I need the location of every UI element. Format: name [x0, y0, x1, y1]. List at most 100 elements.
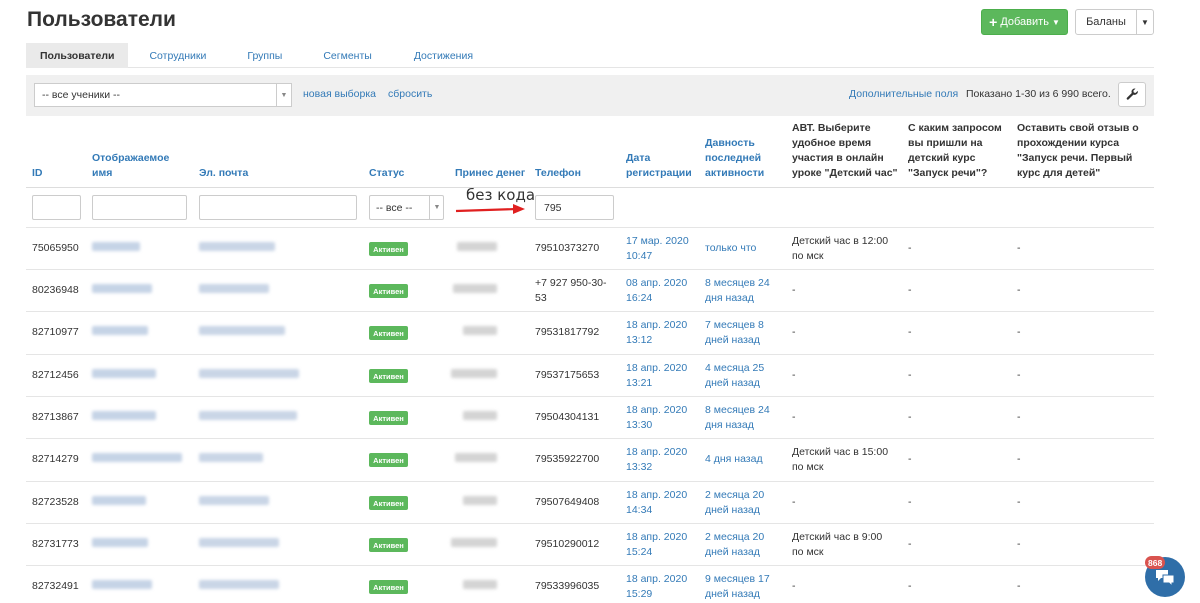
tab-users[interactable]: Пользователи	[26, 43, 129, 68]
chat-unread-count: 868	[1145, 556, 1166, 569]
answer-q3: -	[1017, 496, 1021, 508]
reg-date[interactable]: 18 апр. 2020 13:32	[626, 445, 687, 475]
user-name-redacted[interactable]	[92, 284, 152, 293]
reg-date-day: 18 апр. 2020	[626, 573, 688, 585]
reg-date[interactable]: 18 апр. 2020 15:29	[626, 572, 687, 602]
answer-q3: -	[1017, 411, 1021, 423]
reg-date[interactable]: 08 апр. 2020 16:24	[626, 276, 687, 306]
last-activity[interactable]: 8 месяцев 24 дня назад	[705, 276, 777, 306]
reg-date[interactable]: 18 апр. 2020 13:30	[626, 403, 687, 433]
last-activity[interactable]: 2 месяца 20 дней назад	[705, 530, 777, 560]
answer-q2: -	[908, 453, 912, 465]
user-id[interactable]: 82731773	[32, 537, 79, 552]
column-header-email[interactable]: Эл. почта	[199, 166, 248, 181]
answer-q2: -	[908, 496, 912, 508]
table-row[interactable]: 82723528 Активен 79507649408 18 апр. 2020 14…	[26, 481, 1154, 524]
name-filter-input[interactable]	[92, 195, 187, 220]
students-select[interactable]: -- все ученики --	[34, 83, 292, 107]
reg-date[interactable]: 18 апр. 2020 15:24	[626, 530, 687, 560]
answer-q1: -	[792, 326, 796, 338]
caret-down-icon: ▼	[1051, 17, 1060, 27]
reg-date-day: 08 апр. 2020	[626, 277, 688, 289]
column-header-phone[interactable]: Телефон	[535, 166, 581, 181]
table-row[interactable]: 82713867 Активен 79504304131 18 апр. 2020 13…	[26, 396, 1154, 439]
user-id[interactable]: 82710977	[32, 325, 79, 340]
user-name-redacted[interactable]	[92, 242, 140, 251]
table-row[interactable]: 82710977 Активен 79531817792 18 апр. 2020 13…	[26, 311, 1154, 354]
user-email-redacted[interactable]	[199, 580, 279, 589]
column-header-status[interactable]: Статус	[369, 166, 404, 181]
reset-link[interactable]: сбросить	[388, 88, 432, 100]
user-id[interactable]: 82713867	[32, 410, 79, 425]
table-row[interactable]: 82732491 Активен 79533996035 18 апр. 2020 15…	[26, 565, 1154, 603]
user-email-redacted[interactable]	[199, 326, 285, 335]
table-row[interactable]: 82712456 Активен 79537175653 18 апр. 2020 13…	[26, 354, 1154, 397]
tab-achievements[interactable]: Достижения	[393, 43, 494, 68]
column-header-id[interactable]: ID	[32, 166, 43, 181]
balances-button[interactable]: Баланы	[1075, 9, 1137, 35]
status-badge: Активен	[369, 242, 408, 256]
reg-date[interactable]: 18 апр. 2020 13:12	[626, 318, 687, 348]
user-id[interactable]: 82723528	[32, 495, 79, 510]
user-name-redacted[interactable]	[92, 453, 182, 462]
status-badge: Активен	[369, 369, 408, 383]
user-email-redacted[interactable]	[199, 369, 299, 378]
last-activity[interactable]: 4 месяца 25 дней назад	[705, 361, 777, 391]
new-selection-link[interactable]: новая выборка	[303, 88, 376, 100]
user-email-redacted[interactable]	[199, 496, 269, 505]
last-activity[interactable]: 7 месяцев 8 дней назад	[705, 318, 777, 348]
user-name-redacted[interactable]	[92, 580, 152, 589]
reg-date[interactable]: 17 мар. 2020 10:47	[626, 234, 689, 264]
column-header-q1: АВТ. Выберите удобное время участия в он…	[792, 122, 898, 179]
column-header-reg-date[interactable]: Дата регистрации	[626, 151, 696, 181]
add-button[interactable]: + Добавить ▼	[981, 9, 1068, 35]
user-name-redacted[interactable]	[92, 496, 146, 505]
user-email-redacted[interactable]	[199, 453, 263, 462]
column-header-last-activity[interactable]: Давность последней активности	[705, 136, 777, 181]
table-row[interactable]: 82731773 Активен 79510290012 18 апр. 2020 15…	[26, 523, 1154, 566]
user-phone: 79504304131	[535, 411, 600, 423]
reg-date[interactable]: 18 апр. 2020 13:21	[626, 361, 687, 391]
email-filter-input[interactable]	[199, 195, 357, 220]
answer-q3: -	[1017, 326, 1021, 338]
last-activity[interactable]: 2 месяца 20 дней назад	[705, 488, 777, 518]
user-email-redacted[interactable]	[199, 538, 279, 547]
user-email-redacted[interactable]	[199, 242, 275, 251]
settings-button[interactable]	[1118, 82, 1146, 107]
last-activity[interactable]: 9 месяцев 17 дней назад	[705, 572, 777, 602]
last-activity[interactable]: 8 месяцев 24 дня назад	[705, 403, 777, 433]
reg-date[interactable]: 18 апр. 2020 14:34	[626, 488, 687, 518]
tab-groups[interactable]: Группы	[227, 43, 302, 68]
user-id[interactable]: 80236948	[32, 283, 79, 298]
caret-down-icon[interactable]: ▼	[276, 83, 292, 107]
user-id[interactable]: 82712456	[32, 368, 79, 383]
last-activity[interactable]: только что	[705, 241, 777, 256]
user-name-redacted[interactable]	[92, 326, 148, 335]
answer-q1: -	[792, 411, 796, 423]
user-name-redacted[interactable]	[92, 369, 156, 378]
user-id[interactable]: 82714279	[32, 452, 79, 467]
last-activity[interactable]: 4 дня назад	[705, 452, 777, 467]
tab-segments[interactable]: Сегменты	[302, 43, 392, 68]
phone-filter-input[interactable]: 795	[535, 195, 614, 220]
revenue-redacted	[451, 369, 497, 378]
column-header-revenue[interactable]: Принес денег	[455, 166, 525, 181]
user-email-redacted[interactable]	[199, 411, 297, 420]
reg-date-day: 17 мар. 2020	[626, 235, 689, 247]
table-row[interactable]: 75065950 Активен 79510373270 17 мар. 2020 10…	[26, 227, 1154, 270]
tab-employees[interactable]: Сотрудники	[128, 43, 227, 68]
balances-dropdown-toggle[interactable]: ▼	[1136, 9, 1154, 35]
answer-q2: -	[908, 369, 912, 381]
table-row[interactable]: 80236948 Активен +7 927 950-30-53 08 апр. 2…	[26, 269, 1154, 312]
user-name-redacted[interactable]	[92, 411, 156, 420]
extra-fields-link[interactable]: Дополнительные поля	[849, 88, 958, 100]
user-id[interactable]: 82732491	[32, 579, 79, 594]
revenue-redacted	[463, 580, 497, 589]
user-name-redacted[interactable]	[92, 538, 148, 547]
table-row[interactable]: 82714279 Активен 79535922700 18 апр. 2020 13…	[26, 438, 1154, 481]
id-filter-input[interactable]	[32, 195, 81, 220]
status-filter-select[interactable]: -- все -- ▼	[369, 195, 444, 220]
user-email-redacted[interactable]	[199, 284, 269, 293]
user-id[interactable]: 75065950	[32, 241, 79, 256]
column-header-name[interactable]: Отображаемое имя	[92, 151, 182, 181]
